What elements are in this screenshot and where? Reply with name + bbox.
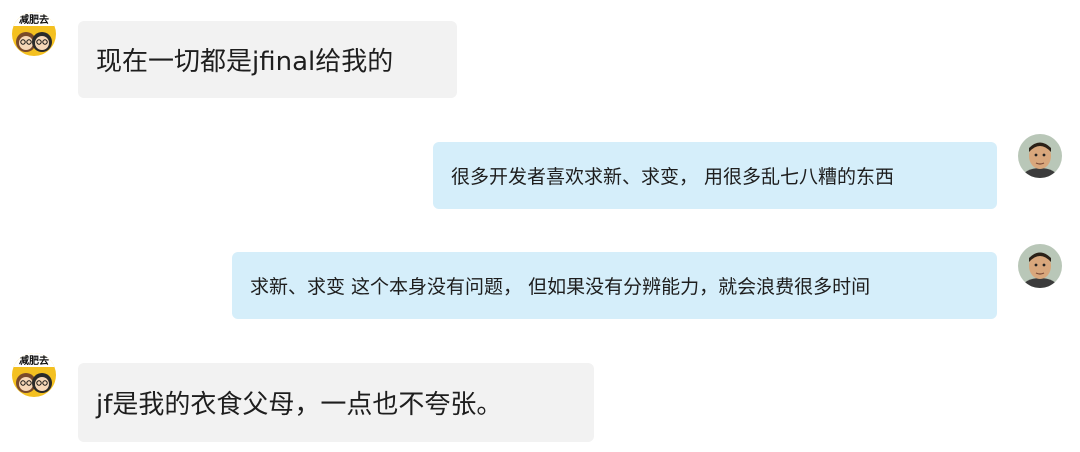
message-text: jf是我的衣食父母，一点也不夸张。	[96, 390, 503, 420]
message-bubble[interactable]: jf是我的衣食父母，一点也不夸张。	[78, 363, 594, 442]
cartoon-couple-avatar[interactable]: 减肥去	[12, 12, 56, 56]
message-text: 求新、求变 这个本身没有问题， 但如果没有分辨能力，就会浪费很多时间	[250, 276, 871, 298]
message-bubble[interactable]: 很多开发者喜欢求新、求变， 用很多乱七八糟的东西	[433, 142, 997, 209]
man-photo-avatar[interactable]	[1018, 134, 1062, 178]
avatar-caption: 减肥去	[19, 13, 49, 26]
message-bubble[interactable]: 求新、求变 这个本身没有问题， 但如果没有分辨能力，就会浪费很多时间	[232, 252, 997, 319]
message-bubble[interactable]: 现在一切都是jfinal给我的	[78, 21, 457, 98]
message-text: 很多开发者喜欢求新、求变， 用很多乱七八糟的东西	[451, 166, 895, 188]
man-photo-avatar[interactable]	[1018, 244, 1062, 288]
avatar-caption: 减肥去	[19, 354, 49, 367]
message-text: 现在一切都是jfinal给我的	[96, 47, 394, 77]
cartoon-couple-avatar[interactable]: 减肥去	[12, 353, 56, 397]
